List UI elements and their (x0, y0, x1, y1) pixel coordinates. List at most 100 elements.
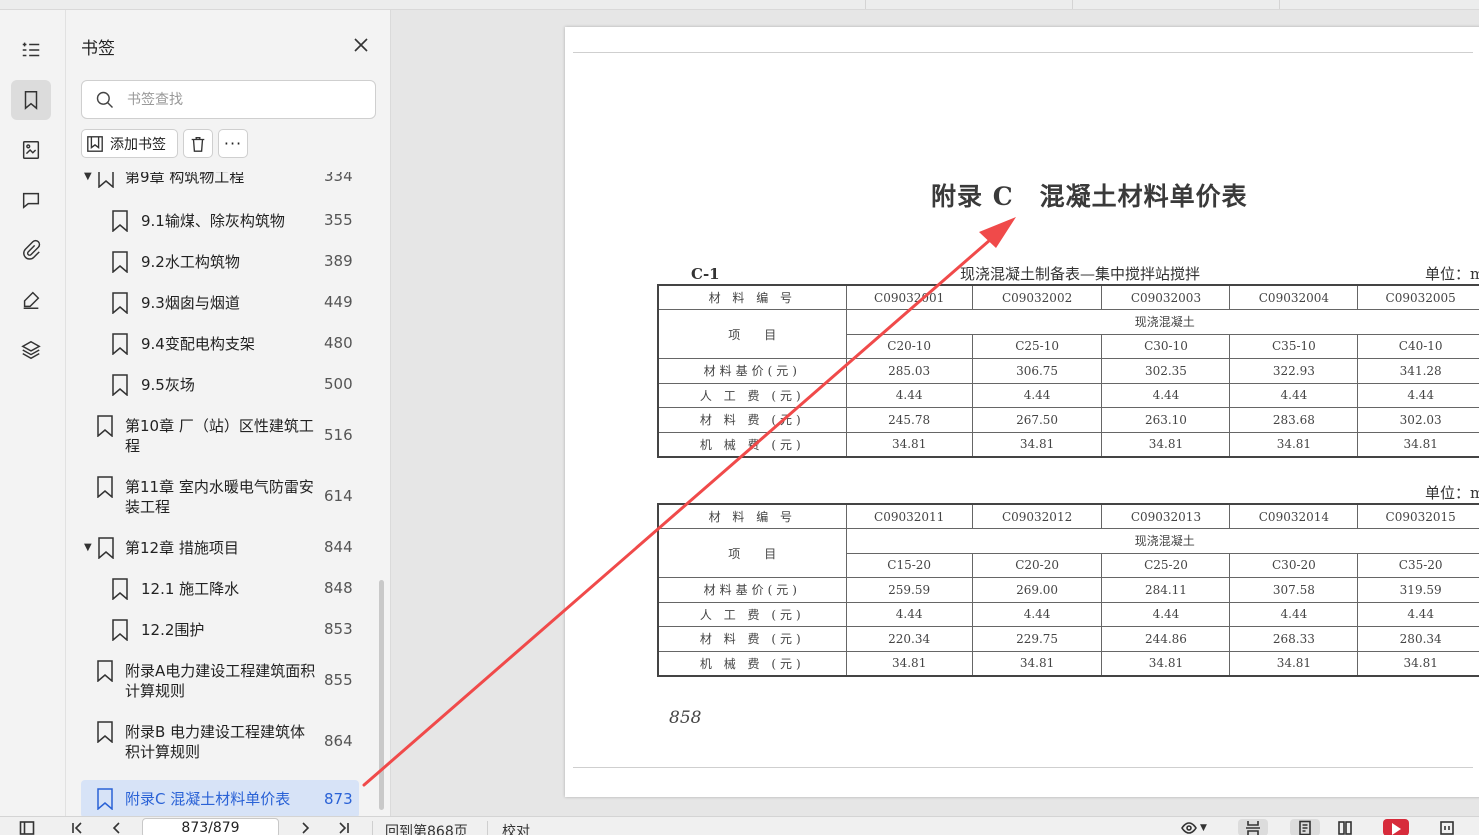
bookmark-icon (24, 91, 38, 110)
price-table-2: 材 料 编 号 C09032011 C09032012 C09032013 C0… (657, 503, 1479, 677)
table-cell: 245.78 (845, 407, 973, 433)
bookmark-label: 9.5灰场 (141, 376, 195, 394)
top-strip-segment (1073, 0, 1280, 9)
chevron-right-icon (302, 821, 310, 834)
page-number-input[interactable] (142, 818, 279, 835)
table-row: 机 械 费 (元) 34.81 34.81 34.81 34.81 34.81 (657, 431, 1479, 457)
previous-page-button[interactable] (106, 819, 128, 835)
outline-icon (22, 42, 40, 57)
table-cell: C15-20 (845, 552, 973, 578)
table-row: 材料基价(元) 259.59 269.00 284.11 307.58 319.… (657, 577, 1479, 603)
bookmark-item[interactable]: 9.3烟囱与烟道 449 (66, 292, 378, 320)
table-cell: 人 工 费 (元) (657, 601, 847, 627)
table-row: 项 目 现浇混凝土 (657, 528, 1479, 578)
panel-title: 书签 (81, 39, 115, 59)
bookmark-icon (96, 788, 114, 811)
bookmark-item[interactable]: 附录B 电力建设工程建筑体积计算规则 864 (66, 721, 378, 767)
bookmark-label: 9.3烟囱与烟道 (141, 294, 240, 312)
table-cell: 4.44 (1101, 601, 1231, 627)
add-bookmark-button[interactable]: 添加书签 (81, 129, 178, 158)
bookmark-item[interactable]: ▼ 第9章 构筑物工程 334 (66, 172, 378, 194)
delete-bookmark-button[interactable] (183, 129, 213, 158)
bookmark-page: 855 (324, 671, 353, 689)
bookmark-icon (97, 537, 115, 560)
bookmark-page: 516 (324, 426, 353, 444)
bookmark-item[interactable]: 9.2水工构筑物 389 (66, 251, 378, 279)
last-page-button[interactable] (333, 819, 355, 835)
add-bookmark-label: 添加书签 (110, 136, 166, 153)
table-cell: 现浇混凝土 (845, 309, 1479, 335)
single-page-icon (1299, 820, 1311, 835)
outline-button[interactable] (11, 30, 51, 70)
table-cell: C35-20 (1357, 552, 1479, 578)
table-row: 机 械 费 (元) 34.81 34.81 34.81 34.81 34.81 (657, 650, 1479, 676)
table-cell: 4.44 (1357, 601, 1479, 627)
bookmark-icon (111, 210, 129, 233)
back-to-page-link[interactable]: 回到第868页 (385, 821, 468, 835)
fit-page-icon (1440, 820, 1454, 835)
status-divider (372, 821, 373, 835)
bookmark-page: 389 (324, 252, 353, 270)
top-toolbar-strip (0, 0, 1479, 10)
bookmark-item[interactable]: 9.4变配电构支架 480 (66, 333, 378, 361)
search-icon (96, 91, 114, 109)
table-caption: 现浇混凝土制备表—集中搅拌站搅拌 (960, 265, 1201, 283)
bookmark-item[interactable]: 第10章 厂（站）区性建筑工程 516 (66, 415, 378, 461)
next-page-button[interactable] (294, 819, 316, 835)
expanded-caret-icon[interactable]: ▼ (84, 172, 94, 182)
table-code: C-1 (691, 265, 720, 283)
bookmark-page: 848 (324, 579, 353, 597)
bookmark-item-selected[interactable]: 附录C 混凝土材料单价表 873 (81, 780, 359, 816)
pen-icon (23, 291, 40, 309)
bookmark-item[interactable]: 9.5灰场 500 (66, 374, 378, 402)
bookmark-search-input[interactable] (127, 89, 362, 111)
bookmark-item[interactable]: 12.1 施工降水 848 (66, 578, 378, 606)
attachment-button[interactable] (11, 230, 51, 270)
table-cell: 307.58 (1229, 577, 1359, 603)
bookmark-panel-button[interactable] (11, 80, 51, 120)
table-cell: C25-20 (1101, 552, 1231, 578)
more-options-button[interactable]: ··· (218, 129, 248, 158)
table-cell: C09032001 (845, 284, 973, 310)
bookmark-icon (96, 660, 114, 683)
proofread-button[interactable]: 校对 (502, 821, 530, 835)
table-cell: 人 工 费 (元) (657, 382, 847, 408)
bookmark-item[interactable]: 附录A电力建设工程建筑面积计算规则 855 (66, 660, 378, 706)
layers-button[interactable] (11, 330, 51, 370)
bookmark-search-box (81, 80, 376, 119)
eye-mode-dropdown[interactable]: ▼ (1174, 819, 1214, 835)
bookmark-page: 873 (324, 790, 353, 808)
expanded-caret-icon[interactable]: ▼ (84, 542, 94, 553)
single-page-button[interactable] (1290, 819, 1320, 835)
bookmark-item[interactable]: 9.1输煤、除灰构筑物 355 (66, 210, 378, 238)
play-slideshow-button[interactable] (1383, 819, 1409, 835)
bookmark-page: 449 (324, 293, 353, 311)
bookmark-label: 9.4变配电构支架 (141, 335, 255, 353)
comment-button[interactable] (11, 180, 51, 220)
table-cell: 项 目 (657, 528, 847, 578)
bookmark-page: 864 (324, 732, 353, 750)
table-cell: 材 料 编 号 (657, 503, 847, 529)
table-cell: 34.81 (971, 650, 1103, 676)
first-page-button[interactable] (66, 819, 88, 835)
two-page-button[interactable] (1332, 819, 1358, 835)
bookmark-item[interactable]: 12.2围护 853 (66, 619, 378, 647)
close-panel-button[interactable] (350, 34, 372, 56)
bookmark-item[interactable]: ▼ 第12章 措施项目 844 (66, 537, 378, 565)
bookmark-item[interactable]: 第11章 室内水暖电气防雷安装工程 614 (66, 476, 378, 522)
bookmark-page: 614 (324, 487, 353, 505)
continuous-page-button[interactable] (1238, 819, 1268, 835)
signature-button[interactable] (11, 280, 51, 320)
continuous-page-icon (1246, 820, 1260, 835)
bookmark-icon (111, 292, 129, 315)
table-cell: C30-10 (1101, 333, 1231, 359)
thumbnail-button[interactable] (11, 130, 51, 170)
table-cell: 34.81 (1357, 431, 1479, 457)
table-cell: 269.00 (971, 577, 1103, 603)
fit-page-button[interactable] (1434, 819, 1460, 835)
toggle-sidebar-button[interactable] (16, 819, 38, 835)
bookmark-icon (111, 578, 129, 601)
bookmark-scrollbar[interactable] (379, 580, 384, 810)
last-page-icon (339, 821, 349, 834)
table-row: 材 料 编 号 C09032011 C09032012 C09032013 C0… (657, 503, 1479, 529)
